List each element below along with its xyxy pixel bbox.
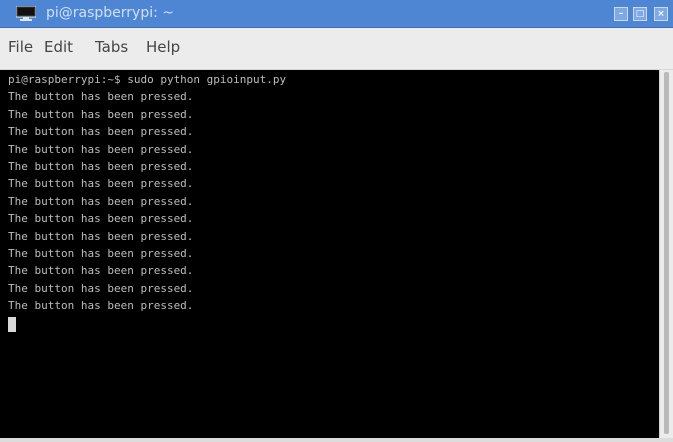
terminal-output-line: The button has been pressed. — [8, 281, 194, 295]
maximize-icon: □ — [635, 9, 645, 19]
close-button[interactable]: × — [654, 7, 668, 21]
terminal-prompt-line: pi@raspberrypi:~$ sudo python gpioinput.… — [8, 73, 287, 86]
terminal-output-line: The button has been pressed. — [8, 247, 194, 261]
maximize-button[interactable]: □ — [633, 7, 647, 21]
terminal-output-line: The button has been pressed. — [8, 160, 194, 174]
window-bottom-edge — [0, 438, 673, 442]
terminal-output-line: The button has been pressed. — [8, 194, 194, 208]
scrollbar-thumb[interactable] — [664, 72, 669, 434]
terminal-output-line: The button has been pressed. — [8, 90, 194, 104]
terminal-output-line: The button has been pressed. — [8, 229, 194, 243]
title-bar[interactable]: pi@raspberrypi: ~ – □ × — [0, 0, 673, 28]
terminal-lines: pi@raspberrypi:~$ sudo python gpioinput.… — [8, 71, 286, 332]
minimize-button[interactable]: – — [614, 7, 628, 21]
menu-file[interactable]: File — [8, 38, 33, 56]
menu-tabs[interactable]: Tabs — [95, 38, 128, 56]
window-title: pi@raspberrypi: ~ — [46, 5, 175, 21]
vertical-scrollbar[interactable] — [659, 70, 673, 438]
close-icon: × — [657, 9, 665, 19]
terminal-output-line: The button has been pressed. — [8, 264, 194, 278]
terminal-output-line: The button has been pressed. — [8, 177, 194, 191]
terminal-output-line: The button has been pressed. — [8, 212, 194, 226]
minimize-icon: – — [618, 9, 624, 19]
terminal-cursor — [8, 316, 16, 332]
terminal-output-line: The button has been pressed. — [8, 125, 194, 139]
terminal-icon — [16, 6, 36, 21]
menu-edit[interactable]: Edit — [44, 38, 73, 56]
terminal-output-line: The button has been pressed. — [8, 107, 194, 121]
terminal-output-line: The button has been pressed. — [8, 299, 194, 313]
terminal-output-area[interactable]: pi@raspberrypi:~$ sudo python gpioinput.… — [0, 70, 659, 438]
menu-help[interactable]: Help — [146, 38, 180, 56]
menu-bar: File Edit Tabs Help — [0, 28, 673, 70]
terminal-output-line: The button has been pressed. — [8, 142, 194, 156]
